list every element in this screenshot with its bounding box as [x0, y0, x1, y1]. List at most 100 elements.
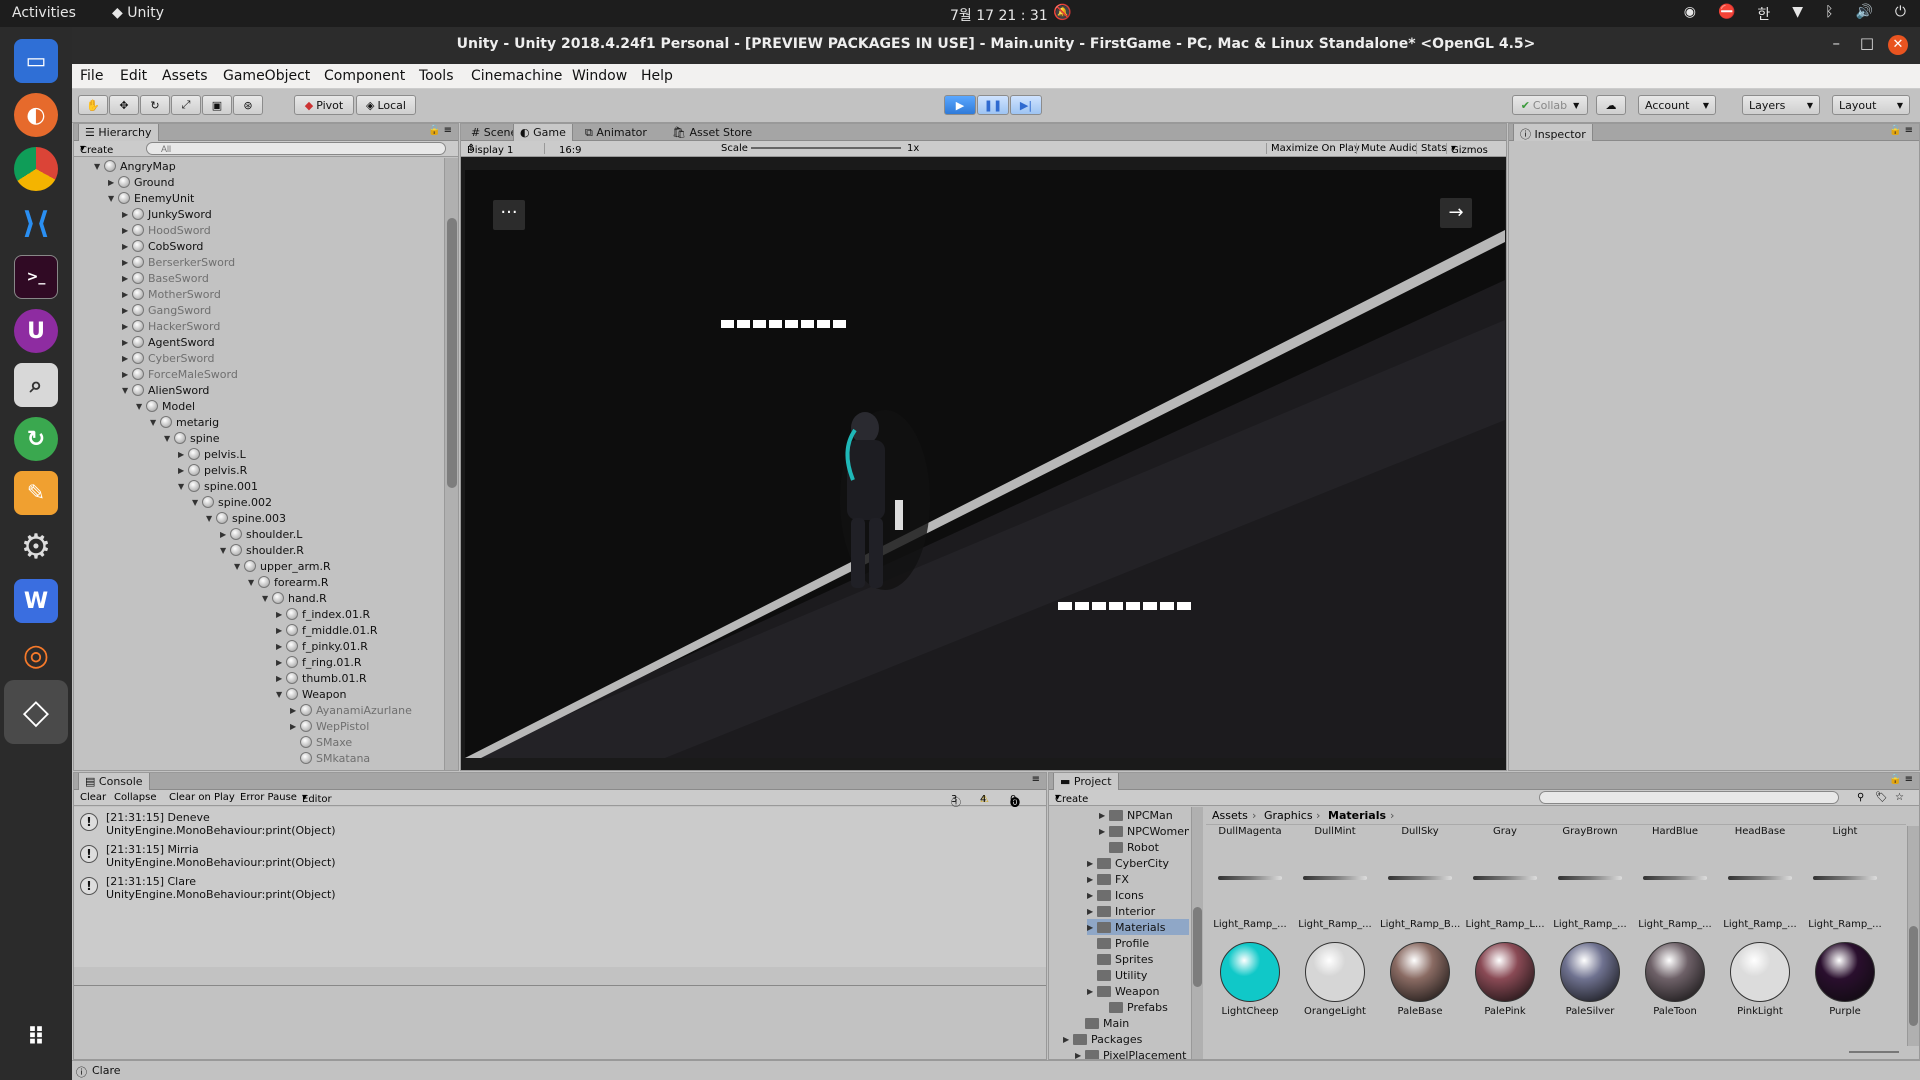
- expand-arrow-right-icon[interactable]: ▶: [290, 706, 300, 715]
- material-asset-label[interactable]: PaleSilver: [1550, 1006, 1630, 1017]
- hierarchy-search-input[interactable]: [146, 142, 446, 155]
- close-icon[interactable]: ✕: [1888, 35, 1908, 55]
- hierarchy-item[interactable]: ▶ pelvis.R: [178, 462, 247, 478]
- ramp-asset-label[interactable]: Light_Ramp_B...: [1380, 919, 1460, 930]
- material-asset-label[interactable]: LightCheep: [1210, 1006, 1290, 1017]
- pause-button[interactable]: ❚❚: [977, 95, 1009, 115]
- screenshot-icon[interactable]: ⌕: [14, 363, 58, 407]
- material-sphere-thumbnail[interactable]: [1305, 942, 1365, 1002]
- folder-item[interactable]: ▶ PixelPlacement: [1075, 1047, 1186, 1059]
- maximize-icon[interactable]: □: [1860, 34, 1874, 52]
- material-asset-label[interactable]: PinkLight: [1720, 1006, 1800, 1017]
- tab-animator[interactable]: ⧉ Animator: [579, 124, 653, 141]
- expand-arrow-right-icon[interactable]: ▶: [178, 466, 188, 475]
- folder-item[interactable]: ▶ CyberCity: [1087, 855, 1169, 871]
- expand-arrow-right-icon[interactable]: ▶: [1087, 875, 1097, 884]
- expand-arrow-right-icon[interactable]: ▶: [122, 354, 132, 363]
- material-asset-label[interactable]: DullMagenta: [1210, 826, 1290, 837]
- expand-arrow-down-icon[interactable]: ▼: [94, 162, 104, 171]
- vscode-icon[interactable]: ⟩⟨: [14, 201, 58, 245]
- expand-arrow-down-icon[interactable]: ▼: [262, 594, 272, 603]
- rect-tool-icon[interactable]: ▣: [202, 95, 232, 115]
- folder-tree-scrollbar[interactable]: [1191, 807, 1203, 1059]
- menu-tools[interactable]: Tools: [419, 68, 454, 84]
- hierarchy-item[interactable]: ▶ ForceMaleSword: [122, 366, 238, 382]
- input-method-indicator[interactable]: 한: [1757, 4, 1770, 24]
- bluetooth-icon[interactable]: ᛒ: [1825, 4, 1833, 24]
- hierarchy-create-dropdown[interactable]: Create ▾: [80, 143, 113, 156]
- expand-arrow-right-icon[interactable]: ▶: [178, 450, 188, 459]
- steam-icon[interactable]: ◉: [1684, 4, 1696, 24]
- hierarchy-item[interactable]: ▶ GangSword: [122, 302, 211, 318]
- move-tool-icon[interactable]: ✥: [109, 95, 139, 115]
- display-dropdown[interactable]: Display 1 ⇕: [467, 143, 545, 156]
- hierarchy-item[interactable]: SMkatana: [290, 750, 370, 766]
- collab-dropdown[interactable]: ✔ Collab ▼: [1512, 95, 1588, 115]
- material-asset-label[interactable]: DullSky: [1380, 826, 1460, 837]
- material-sphere-thumbnail[interactable]: [1730, 942, 1790, 1002]
- local-toggle[interactable]: ◈ Local: [356, 95, 416, 115]
- asset-grid-scrollbar[interactable]: [1907, 826, 1919, 1046]
- folder-item[interactable]: Main: [1075, 1015, 1129, 1031]
- expand-arrow-down-icon[interactable]: ▼: [248, 578, 258, 587]
- expand-arrow-down-icon[interactable]: ▼: [178, 482, 188, 491]
- material-asset-label[interactable]: Purple: [1805, 1006, 1885, 1017]
- ramp-asset-label[interactable]: Light_Ramp_...: [1210, 919, 1290, 930]
- menu-gameobject[interactable]: GameObject: [223, 68, 310, 84]
- hierarchy-item[interactable]: ▼ EnemyUnit: [108, 190, 194, 206]
- expand-arrow-right-icon[interactable]: ▶: [122, 290, 132, 299]
- expand-arrow-right-icon[interactable]: ▶: [122, 258, 132, 267]
- arrow-right-icon[interactable]: →: [1440, 198, 1472, 228]
- expand-arrow-right-icon[interactable]: ▶: [122, 210, 132, 219]
- hierarchy-item[interactable]: ▶ f_ring.01.R: [276, 654, 362, 670]
- expand-arrow-right-icon[interactable]: ▶: [276, 674, 286, 683]
- expand-arrow-right-icon[interactable]: ▶: [290, 722, 300, 731]
- ramp-asset-label[interactable]: Light_Ramp_...: [1295, 919, 1375, 930]
- terminal-icon[interactable]: >_: [14, 255, 58, 299]
- expand-arrow-down-icon[interactable]: ▼: [220, 546, 230, 555]
- icon-size-slider[interactable]: [1849, 1051, 1899, 1053]
- expand-arrow-right-icon[interactable]: ▶: [1063, 1035, 1073, 1044]
- layout-dropdown[interactable]: Layout ▼: [1832, 95, 1910, 115]
- volume-icon[interactable]: 🔊: [1855, 4, 1872, 24]
- hand-tool-icon[interactable]: ✋: [78, 95, 108, 115]
- tab-project[interactable]: ▬ Project: [1053, 773, 1119, 790]
- material-asset-label[interactable]: PaleToon: [1635, 1006, 1715, 1017]
- clock[interactable]: 7월 17 21 : 31: [950, 5, 1048, 25]
- hierarchy-item[interactable]: ▶ JunkySword: [122, 206, 212, 222]
- hierarchy-item[interactable]: ▼ AlienSword: [122, 382, 209, 398]
- expand-arrow-right-icon[interactable]: ▶: [1087, 907, 1097, 916]
- menu-window[interactable]: Window: [572, 68, 627, 84]
- cloud-icon[interactable]: ☁: [1596, 95, 1626, 115]
- console-error-pause-button[interactable]: Error Pause: [240, 792, 297, 803]
- folder-item[interactable]: Sprites: [1087, 951, 1153, 967]
- account-dropdown[interactable]: Account ▼: [1638, 95, 1716, 115]
- paint-icon[interactable]: ✎: [14, 471, 58, 515]
- panel-menu-icon[interactable]: 🔒 ≡: [428, 125, 452, 136]
- show-apps-icon[interactable]: ⠿: [14, 1015, 58, 1059]
- power-icon[interactable]: ⏻: [1895, 4, 1906, 24]
- expand-arrow-down-icon[interactable]: ▼: [136, 402, 146, 411]
- expand-arrow-right-icon[interactable]: ▶: [276, 610, 286, 619]
- ramp-texture-thumbnail[interactable]: [1813, 876, 1877, 880]
- expand-arrow-right-icon[interactable]: ▶: [122, 242, 132, 251]
- hierarchy-item[interactable]: ▼ spine.002: [192, 494, 272, 510]
- tab-inspector[interactable]: ⓘ Inspector: [1513, 124, 1593, 141]
- expand-arrow-right-icon[interactable]: ▶: [1087, 923, 1097, 932]
- office-writer-icon[interactable]: W: [14, 579, 58, 623]
- console-clear-on-play-button[interactable]: Clear on Play: [169, 792, 235, 803]
- ramp-asset-label[interactable]: Light_Ramp_L...: [1465, 919, 1545, 930]
- hierarchy-item[interactable]: ▶ AyanamiAzurlane: [290, 702, 412, 718]
- hierarchy-item[interactable]: ▼ spine.001: [178, 478, 258, 494]
- blender-icon[interactable]: ◎: [14, 633, 58, 677]
- expand-arrow-down-icon[interactable]: ▼: [164, 434, 174, 443]
- expand-arrow-down-icon[interactable]: ▼: [234, 562, 244, 571]
- hierarchy-item[interactable]: ▶ BerserkerSword: [122, 254, 235, 270]
- ramp-texture-thumbnail[interactable]: [1473, 876, 1537, 880]
- hierarchy-item[interactable]: ▶ WepPistol: [290, 718, 369, 734]
- pivot-toggle[interactable]: ◆ Pivot: [294, 95, 354, 115]
- filter-by-label-icon[interactable]: 🏷: [1875, 792, 1888, 803]
- material-asset-label[interactable]: HeadBase: [1720, 826, 1800, 837]
- gizmos-dropdown[interactable]: Gizmos ▾: [1446, 143, 1488, 156]
- expand-arrow-right-icon[interactable]: ▶: [1099, 811, 1109, 820]
